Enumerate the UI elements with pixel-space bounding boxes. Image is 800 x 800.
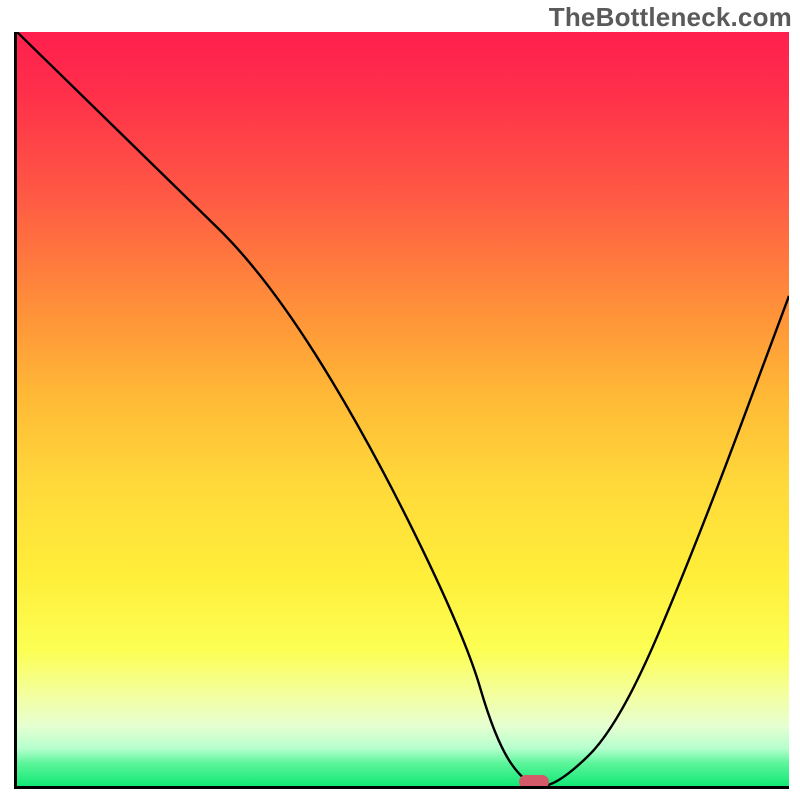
optimal-point-marker [519, 775, 549, 789]
chart-container: TheBottleneck.com [0, 0, 800, 800]
bottleneck-curve-svg [17, 32, 789, 786]
plot-area [14, 32, 789, 789]
watermark-text: TheBottleneck.com [549, 2, 792, 33]
bottleneck-curve-path [17, 32, 789, 786]
